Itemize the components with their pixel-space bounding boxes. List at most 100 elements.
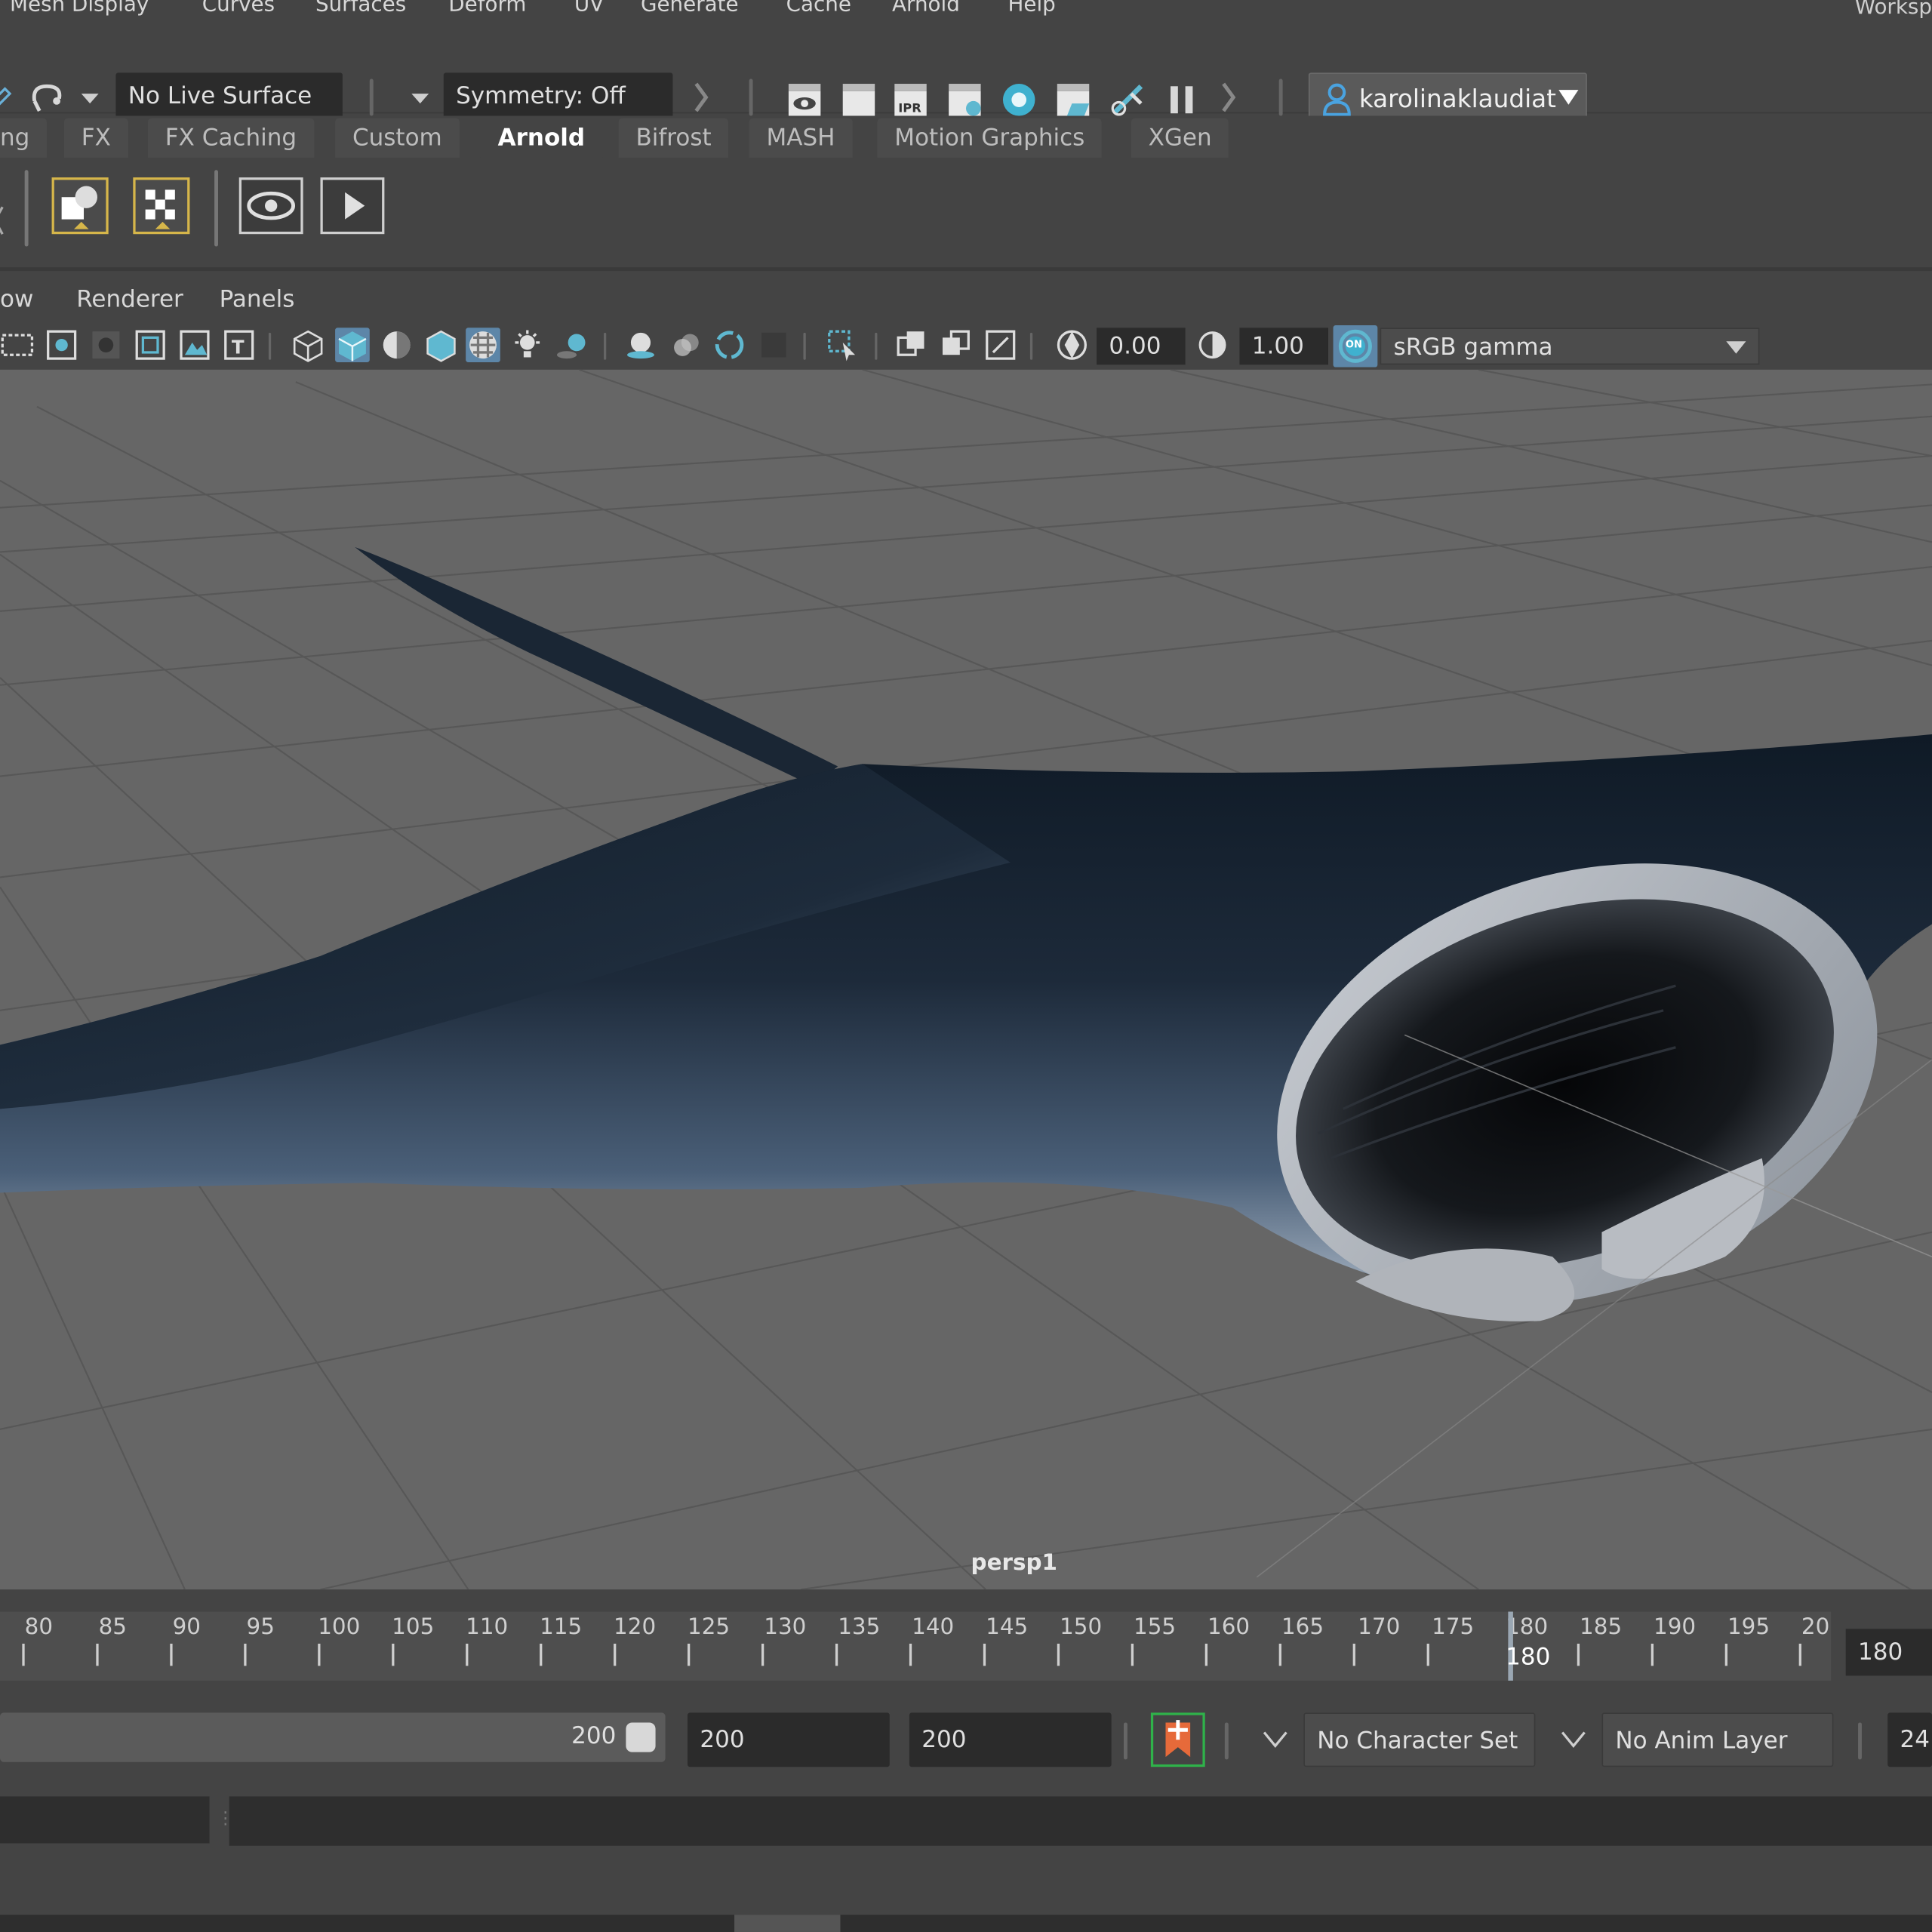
chevron-down-icon[interactable] [78, 91, 100, 106]
gate-mask-icon[interactable] [89, 328, 124, 362]
render-view-icon[interactable] [786, 82, 823, 118]
tab-fx-caching[interactable]: FX Caching [147, 118, 314, 158]
symmetry-field[interactable]: Symmetry: Off [443, 72, 673, 120]
svg-text:T: T [232, 337, 245, 358]
arnold-light-shelf-button[interactable] [51, 177, 109, 235]
xray-joints-icon[interactable] [983, 328, 1018, 362]
tab-arnold[interactable]: Arnold [480, 118, 603, 158]
exposure-icon[interactable] [1055, 328, 1090, 362]
current-frame-label: 180 [1506, 1643, 1551, 1671]
safe-title-icon[interactable]: T [222, 328, 257, 362]
xray-icon[interactable] [894, 328, 929, 362]
snap-icon[interactable] [0, 84, 12, 113]
tick-label: 125 [688, 1614, 731, 1641]
menu-deform[interactable]: Deform [448, 0, 526, 17]
resolution-gate-icon[interactable] [45, 328, 79, 362]
gamma-field[interactable]: 1.00 [1239, 328, 1328, 365]
chevron-down-icon[interactable] [409, 91, 431, 106]
anti-aliasing-icon[interactable] [712, 328, 747, 362]
render-view-shelf-button[interactable] [238, 177, 303, 235]
exposure-field[interactable]: 0.00 [1097, 328, 1186, 365]
menu-show[interactable]: ow [0, 286, 33, 313]
live-surface-field[interactable]: No Live Surface [115, 72, 343, 120]
play-icon [345, 192, 365, 220]
textured-icon[interactable] [466, 328, 500, 362]
end-time-field[interactable]: 200 [688, 1712, 890, 1767]
character-set-field[interactable]: No Character Set [1303, 1712, 1536, 1767]
scrollbar-thumb[interactable] [734, 1915, 841, 1932]
lights-icon[interactable] [510, 328, 545, 362]
tick [22, 1643, 25, 1666]
render-shelf-button[interactable] [320, 177, 385, 235]
menu-help[interactable]: Help [1008, 0, 1056, 17]
menu-uv[interactable]: UV [574, 0, 604, 17]
render-settings-icon[interactable] [946, 82, 983, 118]
shelf-scroll-icon[interactable] [0, 202, 5, 239]
film-gate-icon[interactable] [0, 328, 35, 362]
chevron-down-icon[interactable] [1560, 1730, 1587, 1749]
lasso-icon[interactable] [27, 76, 69, 118]
command-result-field[interactable] [229, 1796, 1932, 1846]
isolate-select-icon[interactable] [826, 328, 860, 362]
tab-bifrost[interactable]: Bifrost [618, 118, 729, 158]
motion-blur-icon[interactable] [668, 328, 703, 362]
tab-xgen[interactable]: XGen [1131, 118, 1229, 158]
command-language-field[interactable] [0, 1796, 210, 1844]
collapse-arrow-icon[interactable] [1220, 78, 1237, 115]
menu-cache[interactable]: Cache [786, 0, 851, 17]
time-slider[interactable]: 80 85 90 95 100 105 110 115 120 125 130 … [0, 1601, 1932, 1688]
view-transform-dropdown[interactable]: sRGB gamma [1380, 328, 1760, 365]
render-sequence-icon[interactable] [1055, 82, 1092, 118]
ipr-render-icon[interactable]: IPR [892, 82, 929, 118]
viewport-persp[interactable]: persp1 [0, 369, 1932, 1590]
hypershade-icon[interactable] [1001, 82, 1038, 118]
depth-of-field-icon[interactable] [756, 328, 791, 362]
fps-field[interactable]: 24 [1887, 1712, 1932, 1767]
tab-custom[interactable]: Custom [335, 118, 460, 158]
menu-curves[interactable]: Curves [202, 0, 275, 17]
workspace-label[interactable]: Worksp [1855, 0, 1932, 20]
menu-generate[interactable]: Generate [641, 0, 739, 17]
tick-label: 95 [246, 1614, 275, 1641]
auto-key-button[interactable] [1150, 1712, 1205, 1767]
collapse-arrow-icon[interactable] [693, 78, 710, 115]
safe-action-icon[interactable] [177, 328, 212, 362]
wireframe-icon[interactable] [291, 328, 325, 362]
chevron-down-icon [1726, 341, 1746, 354]
tick-label: 105 [392, 1614, 435, 1641]
tab-motion-graphics[interactable]: Motion Graphics [877, 118, 1103, 158]
tick [392, 1643, 395, 1666]
range-slider[interactable]: 200 [0, 1712, 666, 1762]
tab-fx[interactable]: FX [63, 118, 128, 158]
wireframe-on-shaded-icon[interactable] [424, 328, 459, 362]
menu-surfaces[interactable]: Surfaces [315, 0, 406, 17]
render-frame-icon[interactable] [840, 82, 877, 118]
menu-renderer[interactable]: Renderer [76, 286, 183, 313]
shadows-icon[interactable] [555, 328, 589, 362]
field-chart-icon[interactable] [133, 328, 168, 362]
default-material-icon[interactable] [380, 328, 414, 362]
chevron-down-icon[interactable] [1262, 1730, 1289, 1749]
color-management-toggle[interactable]: ON [1333, 325, 1378, 368]
tick-label: 100 [318, 1614, 361, 1641]
screen-space-ao-icon[interactable] [623, 328, 658, 362]
gamma-icon[interactable] [1195, 328, 1230, 362]
tab-mash[interactable]: MASH [749, 118, 853, 158]
menu-mesh-display[interactable]: Mesh Display [10, 0, 149, 17]
eye-icon [247, 191, 296, 220]
arnold-texture-shelf-button[interactable] [133, 177, 190, 235]
xray-active-components-icon[interactable] [939, 328, 974, 362]
pause-icon[interactable] [1163, 82, 1200, 118]
tick [614, 1643, 617, 1666]
playback-end-field[interactable]: 200 [909, 1712, 1112, 1767]
current-frame-field[interactable]: 180 [1845, 1629, 1932, 1676]
menu-panels[interactable]: Panels [220, 286, 295, 313]
camera-label: persp1 [971, 1549, 1057, 1577]
arnold-tool-icon[interactable] [1109, 82, 1146, 118]
tab-rendering[interactable]: ng [0, 118, 48, 158]
menu-arnold[interactable]: Arnold [892, 0, 960, 17]
tick [835, 1643, 838, 1666]
anim-layer-field[interactable]: No Anim Layer [1601, 1712, 1834, 1767]
range-slider-handle[interactable] [626, 1722, 656, 1752]
smooth-shade-icon[interactable] [335, 328, 370, 362]
